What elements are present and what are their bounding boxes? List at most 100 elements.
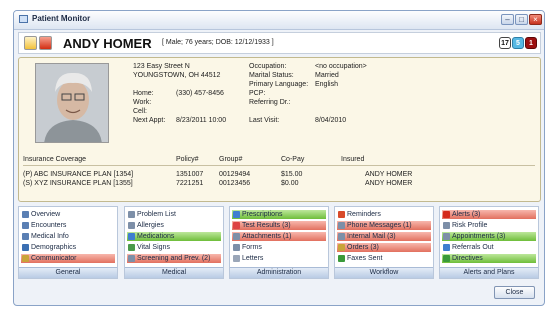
window-title: Patient Monitor xyxy=(32,14,91,23)
panel-footer[interactable]: Workflow xyxy=(335,267,433,278)
patient-name: ANDY HOMER xyxy=(63,36,152,51)
nav-item-referrals-out[interactable]: Referrals Out xyxy=(442,243,536,252)
panel-footer[interactable]: General xyxy=(19,267,117,278)
directives-icon xyxy=(443,255,450,262)
title-bar: Patient Monitor – □ × xyxy=(14,11,544,30)
nav-item-communicator[interactable]: Communicator xyxy=(21,254,115,263)
insurance-row-primary-plan[interactable]: (P) ABC INSURANCE PLAN [1354] xyxy=(23,171,133,178)
nav-item-label: Faxes Sent xyxy=(347,255,383,262)
nav-item-label: Appointments (3) xyxy=(452,233,506,240)
policy-number-header: Policy# xyxy=(176,156,199,163)
primary-language-value: English xyxy=(315,81,338,88)
nav-item-overview[interactable]: Overview xyxy=(21,210,115,219)
nav-item-alerts[interactable]: Alerts (3) xyxy=(442,210,536,219)
nav-item-label: Screening and Prev. (2) xyxy=(137,255,211,262)
next-appointment-value: 8/23/2011 10:00 xyxy=(176,117,227,124)
nav-item-label: Phone Messages (1) xyxy=(347,222,412,229)
counter-badge-3[interactable]: 1 xyxy=(525,37,537,49)
nav-item-label: Problem List xyxy=(137,211,176,218)
referrals-out-icon xyxy=(443,244,450,251)
nav-item-medications[interactable]: Medications xyxy=(127,232,221,241)
nav-item-phone-messages[interactable]: Phone Messages (1) xyxy=(337,221,431,230)
patient-header: ANDY HOMER [ Male; 76 years; DOB: 12/12/… xyxy=(18,32,541,54)
panel-administration: Prescriptions Test Results (3) Attachments… xyxy=(229,206,329,279)
nav-item-allergies[interactable]: Allergies xyxy=(127,221,221,230)
group-number-header: Group# xyxy=(219,156,243,163)
reminders-icon xyxy=(338,211,345,218)
minimize-button[interactable]: – xyxy=(501,14,514,25)
panel-medical: Problem List Allergies Medications Vital Si… xyxy=(124,206,224,279)
nav-item-internal-mail[interactable]: Internal Mail (3) xyxy=(337,232,431,241)
nav-item-medical-info[interactable]: Medical Info xyxy=(21,232,115,241)
insurance-coverage-header: Insurance Coverage xyxy=(23,156,87,163)
next-appointment-label: Next Appt: xyxy=(133,117,166,124)
nav-item-label: Encounters xyxy=(31,222,67,229)
allergies-icon xyxy=(128,222,135,229)
nav-item-label: Orders (3) xyxy=(347,244,379,251)
insurance-row-secondary-group: 00123456 xyxy=(219,180,251,187)
nav-item-prescriptions[interactable]: Prescriptions xyxy=(232,210,326,219)
nav-item-orders[interactable]: Orders (3) xyxy=(337,243,431,252)
problem-list-icon xyxy=(128,211,135,218)
vital-signs-icon xyxy=(128,244,135,251)
phone-messages-icon xyxy=(338,222,345,229)
patient-details: 123 Easy Street N YOUNGSTOWN, OH 44512 H… xyxy=(18,57,541,202)
last-visit-label: Last Visit: xyxy=(249,117,280,124)
nav-item-directives[interactable]: Directives xyxy=(442,254,536,263)
home-phone-value: (330) 457-8456 xyxy=(176,90,224,97)
co-pay-header: Co-Pay xyxy=(281,156,305,163)
internal-mail-icon xyxy=(338,233,345,240)
panel-footer[interactable]: Medical xyxy=(125,267,223,278)
prescriptions-icon xyxy=(233,211,240,218)
nav-item-demographics[interactable]: Demographics xyxy=(21,243,115,252)
forms-icon xyxy=(233,244,240,251)
nav-item-label: Communicator xyxy=(31,255,77,262)
alerts-icon xyxy=(443,211,450,218)
nav-item-label: Medications xyxy=(137,233,175,240)
nav-item-faxes-sent[interactable]: Faxes Sent xyxy=(337,254,431,263)
pcp-label: PCP: xyxy=(249,90,266,97)
bell-icon[interactable] xyxy=(24,36,37,50)
close-button[interactable]: Close xyxy=(494,286,535,299)
demographics-icon xyxy=(22,244,29,251)
window-icon xyxy=(19,15,28,23)
panel-footer[interactable]: Administration xyxy=(230,267,328,278)
nav-item-label: Allergies xyxy=(137,222,164,229)
nav-item-label: Reminders xyxy=(347,211,381,218)
nav-item-letters[interactable]: Letters xyxy=(232,254,326,263)
encounters-icon xyxy=(22,222,29,229)
nav-item-risk-profile[interactable]: Risk Profile xyxy=(442,221,536,230)
counter-badge-1[interactable]: 17 xyxy=(499,37,511,49)
insurance-divider xyxy=(23,165,535,166)
nav-item-screening-and-prev-[interactable]: Screening and Prev. (2) xyxy=(127,254,221,263)
appointments-icon xyxy=(443,233,450,240)
occupation-label: Occupation: xyxy=(249,63,287,70)
navigation-panels: Overview Encounters Medical Info Demographi… xyxy=(18,206,541,279)
insurance-row-secondary-plan[interactable]: (S) XYZ INSURANCE PLAN [1355] xyxy=(23,180,133,187)
panel-general: Overview Encounters Medical Info Demographi… xyxy=(18,206,118,279)
address-line-2: YOUNGSTOWN, OH 44512 xyxy=(133,72,221,79)
patient-demographics: [ Male; 76 years; DOB: 12/12/1933 ] xyxy=(162,39,274,46)
panel-footer[interactable]: Alerts and Plans xyxy=(440,267,538,278)
nav-item-appointments[interactable]: Appointments (3) xyxy=(442,232,536,241)
letters-icon xyxy=(233,255,240,262)
test-results-icon xyxy=(233,222,240,229)
referring-doctor-label: Referring Dr.: xyxy=(249,99,291,106)
risk-profile-icon xyxy=(443,222,450,229)
maximize-button[interactable]: □ xyxy=(515,14,528,25)
nav-item-reminders[interactable]: Reminders xyxy=(337,210,431,219)
nav-item-forms[interactable]: Forms xyxy=(232,243,326,252)
nav-item-label: Directives xyxy=(452,255,483,262)
nav-item-vital-signs[interactable]: Vital Signs xyxy=(127,243,221,252)
counter-badge-2[interactable]: 5 xyxy=(512,37,524,49)
nav-item-attachments[interactable]: Attachments (1) xyxy=(232,232,326,241)
close-window-button[interactable]: × xyxy=(529,14,542,25)
work-phone-label: Work: xyxy=(133,99,152,106)
nav-item-label: Referrals Out xyxy=(452,244,494,251)
nav-item-test-results[interactable]: Test Results (3) xyxy=(232,221,326,230)
flag-icon[interactable] xyxy=(39,36,52,50)
nav-item-problem-list[interactable]: Problem List xyxy=(127,210,221,219)
nav-item-encounters[interactable]: Encounters xyxy=(21,221,115,230)
nav-item-label: Attachments (1) xyxy=(242,233,292,240)
insured-header: Insured xyxy=(341,156,365,163)
